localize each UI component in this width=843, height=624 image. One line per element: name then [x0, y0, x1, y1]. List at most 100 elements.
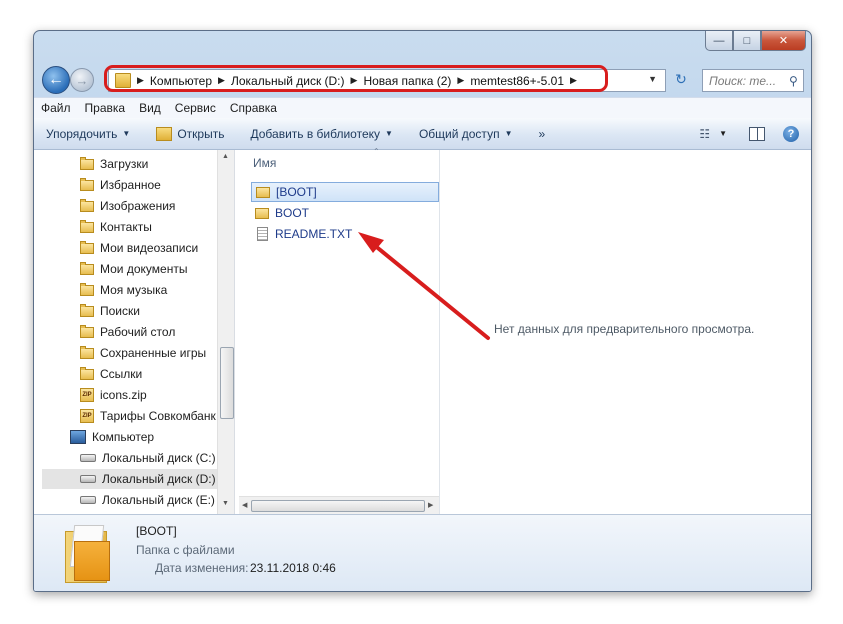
search-icon[interactable]: ⚲ — [789, 74, 803, 88]
explorer-window: — □ ✕ ← → ▶ Компьютер ▶ Локальный диск (… — [33, 30, 812, 592]
chevron-right-icon[interactable]: ▶ — [570, 75, 577, 86]
nav-tree-item[interactable]: Моя музыка — [80, 280, 167, 300]
chevron-right-icon[interactable]: ▶ — [218, 75, 225, 86]
column-name-label: Имя — [253, 156, 277, 170]
nav-scroll-thumb[interactable] — [220, 347, 234, 419]
more-label: » — [538, 126, 546, 141]
scroll-up-icon[interactable]: ▲ — [222, 153, 229, 160]
minimize-button[interactable]: — — [705, 31, 733, 51]
drive-icon — [80, 454, 96, 462]
nav-tree-item[interactable]: ZIP Тарифы Совкомбанк — [80, 406, 216, 426]
share-button[interactable]: Общий доступ ▼ — [407, 127, 527, 141]
nav-tree-item[interactable]: Избранное — [80, 175, 161, 195]
folder-icon — [80, 262, 94, 276]
computer-icon — [70, 430, 86, 444]
nav-tree-item[interactable]: Ссылки — [80, 364, 142, 384]
folder-icon — [80, 178, 94, 192]
nav-tree-item[interactable]: Рабочий стол — [80, 322, 175, 342]
close-button[interactable]: ✕ — [761, 31, 806, 51]
nav-tree-item[interactable]: ZIP icons.zip — [80, 385, 147, 405]
organize-button[interactable]: Упорядочить ▼ — [34, 127, 144, 141]
menu-file[interactable]: Файл — [34, 101, 78, 115]
nav-tree-label: Рабочий стол — [100, 325, 176, 339]
nav-tree-label: Тарифы Совкомбанк — [100, 409, 216, 423]
folder-icon — [80, 199, 94, 213]
search-input[interactable]: Поиск: me... ⚲ — [702, 69, 804, 92]
menu-help[interactable]: Справка — [223, 101, 284, 115]
content-area: Загрузки Избранное Изображения Контакты Мои … — [34, 147, 811, 514]
folder-icon — [80, 346, 94, 360]
forward-button[interactable]: → — [70, 68, 94, 92]
nav-scrollbar[interactable]: ▲ ▼ — [217, 150, 234, 514]
file-row-boot-bracket[interactable]: [BOOT] — [251, 182, 439, 202]
zip-icon: ZIP — [80, 388, 94, 402]
dropdown-arrow-icon: ▼ — [122, 129, 131, 138]
details-pane: [BOOT] Папка с файлами Дата изменения: 2… — [34, 514, 811, 591]
large-folder-icon — [65, 525, 110, 583]
nav-tree-label: Локальный диск (C:) — [102, 451, 216, 465]
nav-tree-label: Мои документы — [100, 262, 188, 276]
chevron-down-icon[interactable]: ▼ — [648, 74, 657, 84]
file-row-boot[interactable]: BOOT — [251, 203, 439, 223]
folder-icon — [80, 283, 94, 297]
nav-tree-item[interactable]: Мои видеозаписи — [80, 238, 198, 258]
menu-bar: Файл Правка Вид Сервис Справка — [34, 97, 811, 118]
back-button[interactable]: ← — [42, 66, 70, 94]
more-commands-button[interactable]: » — [526, 127, 559, 141]
nav-tree-item[interactable]: Изображения — [80, 196, 175, 216]
folder-icon — [80, 241, 94, 255]
details-date-label: Дата изменения: — [155, 561, 249, 575]
nav-tree-label: Изображения — [100, 199, 176, 213]
nav-tree-item[interactable]: Мои документы — [80, 259, 187, 279]
column-header-name[interactable]: ⌃ Имя — [239, 147, 439, 176]
chevron-right-icon[interactable]: ▶ — [457, 75, 464, 86]
nav-tree-label: Поиски — [100, 304, 140, 318]
address-bar[interactable]: ▶ Компьютер ▶ Локальный диск (D:) ▶ Нова… — [108, 69, 666, 92]
views-dropdown-icon[interactable]: ▼ — [719, 129, 727, 138]
nav-tree-label: Локальный диск (E:) — [102, 493, 215, 507]
organize-label: Упорядочить — [46, 126, 118, 141]
maximize-button[interactable]: □ — [733, 31, 761, 51]
help-icon[interactable]: ? — [783, 125, 799, 142]
breadcrumb-computer[interactable]: Компьютер — [150, 74, 212, 88]
nav-tree-label: icons.zip — [100, 388, 147, 402]
nav-tree-item[interactable]: Локальный диск (D:) — [42, 469, 217, 489]
preview-pane-icon[interactable] — [749, 126, 765, 141]
open-folder-icon — [156, 126, 173, 141]
nav-tree-label: Ссылки — [100, 367, 143, 381]
breadcrumb-new-folder[interactable]: Новая папка (2) — [363, 74, 451, 88]
sort-ascending-icon: ⌃ — [373, 147, 380, 156]
refresh-icon: ↻ — [675, 71, 687, 87]
scroll-left-icon[interactable]: ◀ — [242, 501, 247, 509]
details-item-name: [BOOT] — [136, 524, 177, 538]
menu-view[interactable]: Вид — [132, 101, 168, 115]
folder-icon — [80, 220, 94, 234]
file-row-readme[interactable]: README.TXT — [251, 224, 439, 244]
chevron-right-icon[interactable]: ▶ — [137, 75, 144, 86]
nav-tree-item[interactable]: Компьютер — [70, 427, 154, 447]
add-to-library-button[interactable]: Добавить в библиотеку ▼ — [238, 127, 406, 141]
horizontal-scrollbar[interactable]: ◀ ▶ — [239, 496, 439, 514]
nav-tree-item[interactable]: Контакты — [80, 217, 152, 237]
views-icon[interactable]: ☷ — [699, 127, 710, 141]
nav-tree-item[interactable]: Локальный диск (E:) — [80, 490, 215, 510]
nav-tree-item[interactable]: Сохраненные игры — [80, 343, 206, 363]
chevron-right-icon[interactable]: ▶ — [351, 75, 358, 86]
nav-tree-item[interactable]: Загрузки — [80, 154, 148, 174]
scroll-right-icon[interactable]: ▶ — [428, 501, 433, 509]
scroll-down-icon[interactable]: ▼ — [222, 500, 229, 507]
open-button[interactable]: Открыть — [144, 126, 238, 141]
menu-tools[interactable]: Сервис — [168, 101, 223, 115]
nav-tree-item[interactable]: Локальный диск (C:) — [80, 448, 216, 468]
arrow-left-icon: ← — [48, 71, 64, 88]
horizontal-scroll-thumb[interactable] — [251, 500, 425, 512]
dropdown-arrow-icon: ▼ — [385, 129, 393, 138]
breadcrumb-memtest[interactable]: memtest86+-5.01 — [470, 74, 564, 88]
nav-tree-item[interactable]: Поиски — [80, 301, 140, 321]
menu-edit[interactable]: Правка — [78, 101, 133, 115]
add-to-library-label: Добавить в библиотеку — [250, 126, 381, 141]
refresh-button[interactable]: ↻ — [670, 69, 692, 90]
dropdown-arrow-icon: ▼ — [504, 129, 513, 138]
breadcrumb-drive-d[interactable]: Локальный диск (D:) — [231, 74, 345, 88]
command-bar: Упорядочить ▼ Открыть Добавить в библиот… — [34, 118, 811, 150]
